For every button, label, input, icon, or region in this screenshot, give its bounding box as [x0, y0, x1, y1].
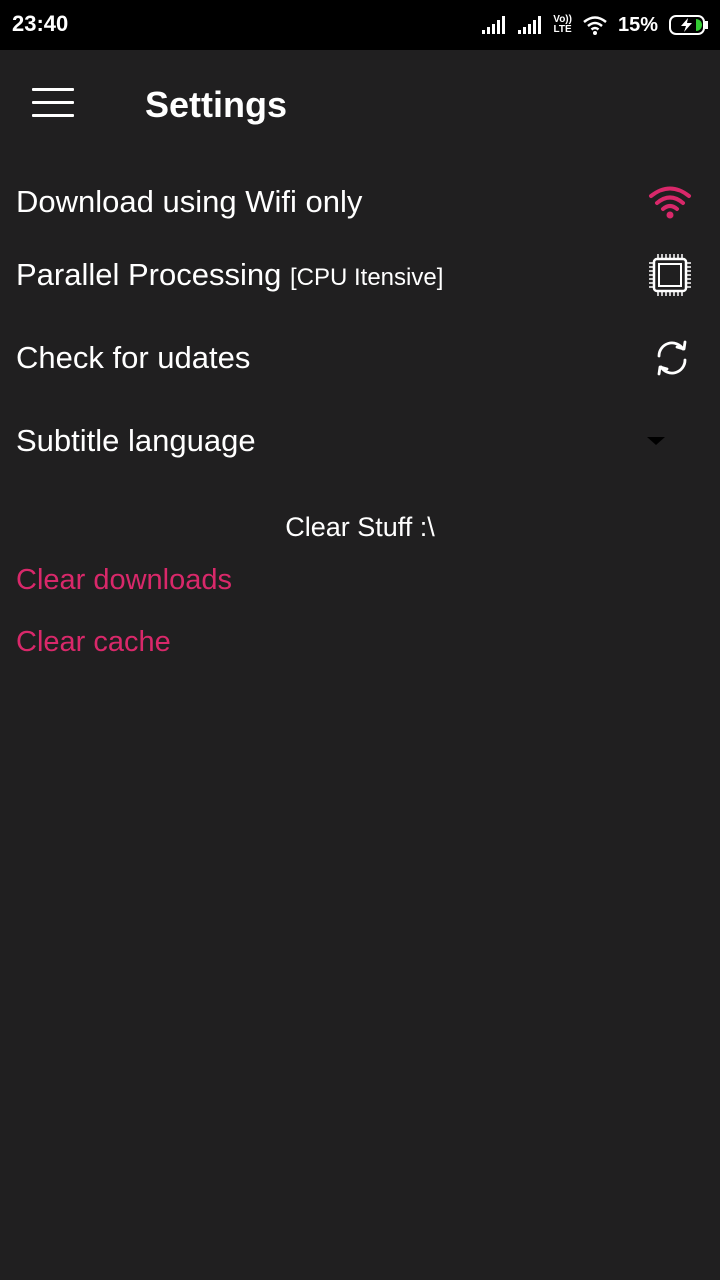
- clear-downloads-button[interactable]: Clear downloads: [16, 564, 232, 597]
- volte-bottom: LTE: [553, 24, 572, 35]
- check-updates-label: Check for udates: [16, 340, 251, 375]
- status-icons: Vo)) LTE 15%: [481, 10, 710, 40]
- parallel-sublabel: [CPU Itensive]: [289, 264, 444, 291]
- battery-percent: 15%: [617, 13, 658, 36]
- setting-subtitle-language[interactable]: Subtitle language: [0, 406, 720, 476]
- battery-charging-icon: [669, 15, 708, 35]
- setting-parallel-processing[interactable]: Parallel Processing [CPU Itensive]: [0, 240, 720, 310]
- volte-icon: Vo)) LTE: [553, 15, 572, 35]
- subtitle-language-label: Subtitle language: [16, 423, 256, 458]
- app-toolbar: Settings: [0, 50, 720, 160]
- parallel-label: Parallel Processing [CPU Itensive]: [16, 257, 443, 293]
- wifi-icon: [583, 16, 607, 35]
- setting-wifi-only[interactable]: Download using Wifi only: [0, 167, 720, 237]
- dropdown-arrow-icon[interactable]: [646, 436, 666, 446]
- page-title: Settings: [145, 84, 288, 125]
- wifi-only-label: Download using Wifi only: [16, 184, 363, 219]
- sync-icon[interactable]: [652, 338, 692, 378]
- signal-bars-icon: [518, 16, 542, 34]
- status-time: 23:40: [12, 11, 69, 36]
- setting-check-updates[interactable]: Check for udates: [0, 323, 720, 393]
- signal-bars-icon: [482, 16, 506, 34]
- cpu-chip-icon[interactable]: [648, 253, 692, 297]
- hamburger-menu-icon[interactable]: [32, 88, 74, 120]
- status-bar: 23:40 Vo)) LTE 15%: [0, 0, 720, 50]
- wifi-icon[interactable]: [648, 185, 692, 219]
- clear-section-title: Clear Stuff :\: [285, 512, 435, 542]
- clear-cache-button[interactable]: Clear cache: [16, 626, 171, 659]
- parallel-main-label: Parallel Processing: [16, 257, 282, 292]
